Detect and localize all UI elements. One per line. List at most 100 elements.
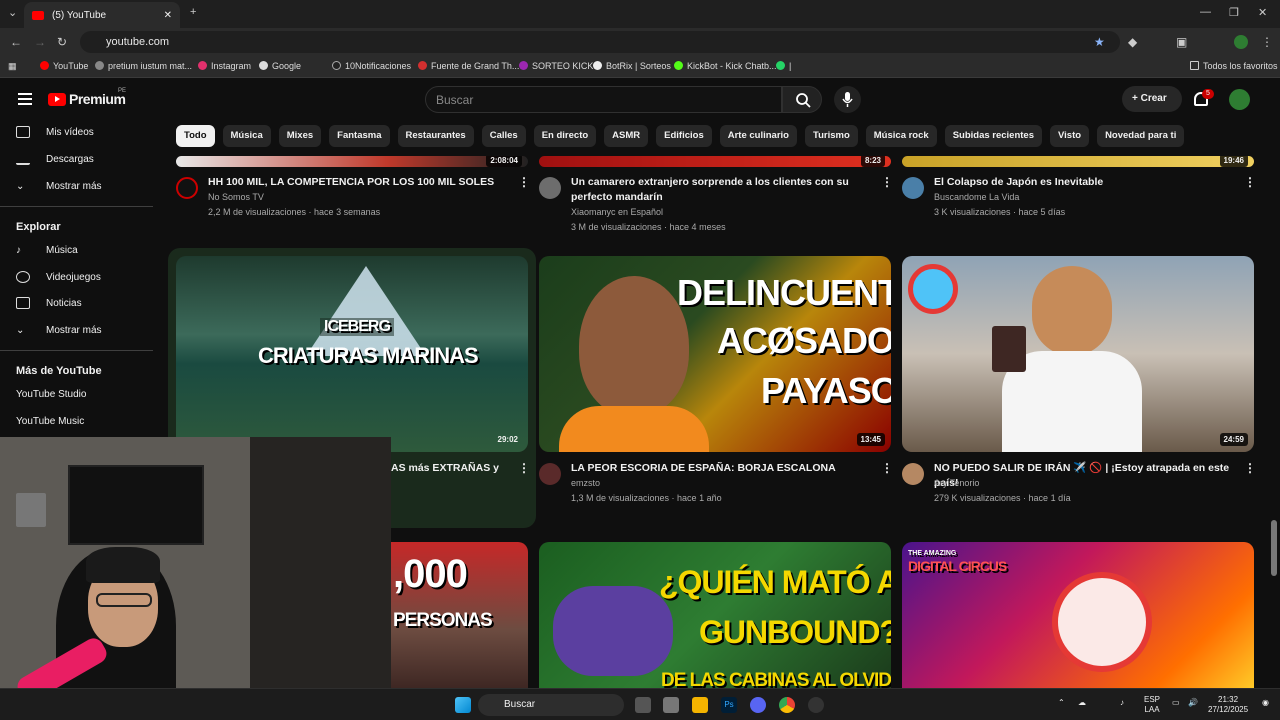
video-title[interactable]: LA PEOR ESCORIA DE ESPAÑA: BORJA ESCALON… xyxy=(571,461,861,476)
chip[interactable]: Música rock xyxy=(865,125,937,147)
chip[interactable]: Calles xyxy=(481,125,526,147)
chip[interactable]: Subidas recientes xyxy=(944,125,1042,147)
browser-menu-icon[interactable]: ⋮ xyxy=(1261,35,1273,49)
file-explorer-icon[interactable] xyxy=(692,697,708,713)
task-view-icon[interactable] xyxy=(635,697,651,713)
forward-icon[interactable]: → xyxy=(34,35,46,49)
video-thumbnail[interactable]: THE AMAZING DIGITAL CIRCUS xyxy=(902,542,1254,688)
taskbar-search[interactable]: Buscar xyxy=(478,694,624,716)
sidebar-item-music-app[interactable]: YouTube Music xyxy=(16,411,84,503)
video-thumbnail[interactable]: ¿QUIÉN MATÓ A GUNBOUND? DE LAS CABINAS A… xyxy=(539,542,891,688)
chip[interactable]: Visto xyxy=(1050,125,1090,147)
sidebar-item-downloads[interactable]: Descargas xyxy=(16,149,94,169)
search-input[interactable]: Buscar xyxy=(425,86,782,113)
close-window-icon[interactable]: ✕ xyxy=(1258,6,1267,19)
windows-start-icon[interactable] xyxy=(455,697,471,713)
more-options-icon[interactable]: ⋮ xyxy=(1244,175,1256,189)
tab-list-icon[interactable]: ⌄ xyxy=(8,6,17,19)
tray-overflow-icon[interactable]: ⌃ xyxy=(1058,698,1065,708)
apps-icon[interactable]: ▦ xyxy=(8,61,17,72)
channel-name[interactable]: Buscandome La Vida xyxy=(934,190,1019,205)
video-thumbnail[interactable]: ,000 PERSONAS xyxy=(391,542,528,688)
bookmark-item[interactable]: | xyxy=(776,61,791,71)
video-title[interactable]: AS más EXTRAÑAS y xyxy=(391,461,511,476)
cloud-icon[interactable]: ☁ xyxy=(1078,698,1086,708)
chip[interactable]: Arte culinario xyxy=(719,125,797,147)
app-icon[interactable] xyxy=(663,697,679,713)
chip[interactable]: Restaurantes xyxy=(397,125,474,147)
language-indicator[interactable]: ESP LAA xyxy=(1144,695,1160,715)
video-thumbnail[interactable]: 2:08:04 xyxy=(176,156,528,167)
more-options-icon[interactable]: ⋮ xyxy=(518,175,530,189)
create-button[interactable]: + Crear xyxy=(1122,86,1182,112)
channel-avatar[interactable] xyxy=(539,177,561,199)
video-thumbnail[interactable]: 19:46 xyxy=(902,156,1254,167)
reload-icon[interactable]: ↻ xyxy=(57,35,67,49)
video-title[interactable]: NO PUEDO SALIR DE IRÁN ✈️ 🚫 | ¡Estoy atr… xyxy=(934,461,1244,491)
video-title[interactable]: Un camarero extranjero sorprende a los c… xyxy=(571,175,861,205)
channel-name[interactable]: Xiaomanyc en Español xyxy=(571,205,663,220)
video-title[interactable]: HH 100 MIL, LA COMPETENCIA POR LOS 100 M… xyxy=(208,175,498,190)
bookmark-item[interactable]: KickBot - Kick Chatb... xyxy=(674,61,777,71)
channel-avatar[interactable] xyxy=(539,463,561,485)
chip[interactable]: Todo xyxy=(176,125,215,147)
sidebar-item-music[interactable]: ♪ Música xyxy=(16,240,78,260)
close-tab-icon[interactable]: ✕ xyxy=(164,10,172,21)
chip[interactable]: Edificios xyxy=(656,125,712,147)
chip[interactable]: Fantasma xyxy=(329,125,390,147)
sidebar-item-my-videos[interactable]: Mis vídeos xyxy=(16,122,94,142)
video-thumbnail[interactable]: ICEBERG CRIATURAS MARINAS 29:02 xyxy=(176,256,528,452)
bookmark-item[interactable]: Google xyxy=(259,61,301,71)
clock[interactable]: 21:32 27/12/2025 xyxy=(1208,695,1248,715)
bookmark-item[interactable]: pretium iustum mat... xyxy=(95,61,192,71)
sidebar-item-studio[interactable]: YouTube Studio xyxy=(16,384,86,476)
chrome-icon[interactable] xyxy=(779,697,795,713)
channel-name[interactable]: Ary Tenorio xyxy=(934,476,979,491)
all-bookmarks[interactable]: Todos los favoritos xyxy=(1190,61,1278,71)
browser-tab[interactable]: (5) YouTube ✕ xyxy=(24,2,180,28)
sidebar-show-more[interactable]: ⌄ Mostrar más xyxy=(16,176,102,196)
profile-icon[interactable] xyxy=(1234,35,1248,49)
channel-avatar[interactable] xyxy=(902,177,924,199)
voice-search-button[interactable] xyxy=(834,86,861,113)
chip[interactable]: En directo xyxy=(533,125,597,147)
sidebar-item-gaming[interactable]: Videojuegos xyxy=(16,267,101,287)
more-options-icon[interactable]: ⋮ xyxy=(1244,461,1256,475)
app-icon[interactable] xyxy=(808,697,824,713)
youtube-logo[interactable]: Premium PE xyxy=(48,88,126,107)
more-options-icon[interactable]: ⋮ xyxy=(881,175,893,189)
discord-icon[interactable] xyxy=(750,697,766,713)
chip[interactable]: Novedad para ti xyxy=(1097,125,1185,147)
chip[interactable]: Turismo xyxy=(804,125,858,147)
more-options-icon[interactable]: ⋮ xyxy=(881,461,893,475)
new-tab-icon[interactable]: + xyxy=(190,6,196,18)
search-button[interactable] xyxy=(782,86,822,113)
chip[interactable]: ASMR xyxy=(604,125,649,147)
bookmark-item[interactable]: BotRix | Sorteos xyxy=(593,61,671,71)
url-field[interactable]: youtube.com xyxy=(80,31,1120,53)
chip[interactable]: Mixes xyxy=(278,125,322,147)
photoshop-icon[interactable]: Ps xyxy=(721,697,737,713)
minimize-icon[interactable]: — xyxy=(1200,6,1211,18)
bookmark-item[interactable]: 10Notificaciones xyxy=(332,61,411,71)
notification-center-icon[interactable]: ◉ xyxy=(1262,698,1269,708)
bookmark-item[interactable]: YouTube xyxy=(40,61,88,71)
account-avatar[interactable] xyxy=(1229,89,1250,110)
volume-icon[interactable]: 🔊 xyxy=(1188,698,1198,708)
sidebar-item-news[interactable]: Noticias xyxy=(16,293,82,313)
video-thumbnail[interactable]: 24:59 xyxy=(902,256,1254,452)
sidebar-show-more[interactable]: ⌄ Mostrar más xyxy=(16,320,102,340)
channel-avatar[interactable] xyxy=(176,177,198,199)
channel-name[interactable]: emzsto xyxy=(571,476,600,491)
extensions-puzzle-icon[interactable]: ▣ xyxy=(1176,35,1187,49)
video-title[interactable]: El Colapso de Japón es Inevitable xyxy=(934,175,1224,190)
bookmark-item[interactable]: Fuente de Grand Th... xyxy=(418,61,519,71)
network-icon[interactable]: ▭ xyxy=(1172,698,1180,708)
channel-name[interactable]: No Somos TV xyxy=(208,190,264,205)
page-scrollbar[interactable] xyxy=(1271,520,1277,576)
extension-icon[interactable]: ◆ xyxy=(1128,35,1137,49)
bookmark-item[interactable]: Instagram xyxy=(198,61,251,71)
restore-icon[interactable]: ❐ xyxy=(1229,6,1239,19)
channel-avatar[interactable] xyxy=(902,463,924,485)
bookmark-star-icon[interactable]: ★ xyxy=(1094,35,1105,49)
